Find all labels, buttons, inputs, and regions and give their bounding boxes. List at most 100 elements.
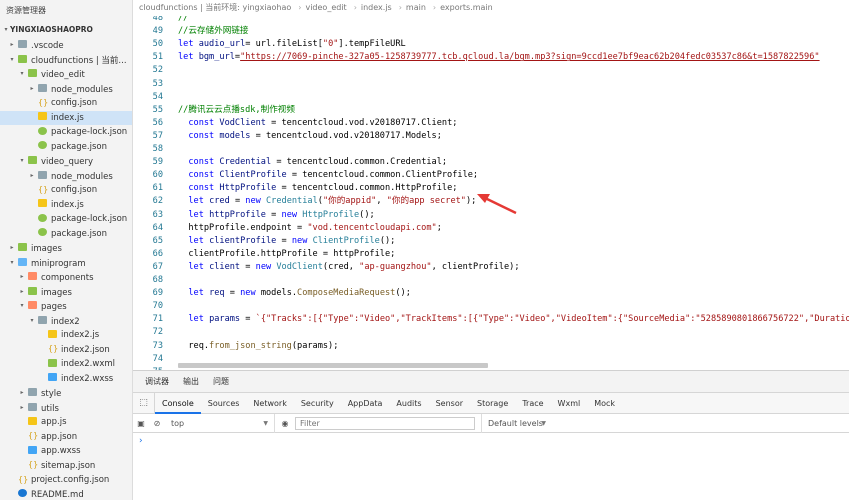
- file-tree-item[interactable]: ▸ style: [0, 386, 132, 401]
- workspace-root[interactable]: ▾ YINGXIAOSHAOPRO: [0, 22, 132, 38]
- file-tree-item[interactable]: ▸ utils: [0, 401, 132, 416]
- eye-icon[interactable]: ◉: [275, 419, 295, 428]
- file-tree-item[interactable]: ▸ node_modules: [0, 169, 132, 184]
- file-tree-item[interactable]: index2.js: [0, 328, 132, 343]
- log-levels-select[interactable]: Default levels ▼: [481, 413, 621, 433]
- breadcrumb-item[interactable]: exports.main: [440, 3, 493, 12]
- file-tree-item[interactable]: ▸ images: [0, 285, 132, 300]
- chevron-right-icon[interactable]: ▸: [28, 82, 36, 97]
- file-tree-item[interactable]: ▾ video_edit: [0, 67, 132, 82]
- file-tree-item[interactable]: ▸ .vscode: [0, 38, 132, 53]
- lock-file-icon: [38, 126, 47, 135]
- file-tree-item[interactable]: package-lock.json: [0, 212, 132, 227]
- file-tree-item-label: index2.wxss: [61, 373, 114, 384]
- devtools-top-tab[interactable]: 调试器: [145, 376, 169, 387]
- folder-icon: [28, 286, 37, 295]
- file-tree-item[interactable]: ▸ components: [0, 270, 132, 285]
- chevron-right-icon[interactable]: ▸: [28, 169, 36, 184]
- context-label: top: [171, 418, 185, 428]
- breadcrumb-separator-icon: ›: [353, 3, 357, 12]
- console-prompt[interactable]: ›: [133, 433, 849, 449]
- breadcrumb-item[interactable]: main: [406, 3, 426, 12]
- breadcrumb-item[interactable]: video_edit: [305, 3, 346, 12]
- file-tree-item[interactable]: ▾ pages: [0, 299, 132, 314]
- file-tree-item[interactable]: README.md: [0, 488, 132, 500]
- file-tree-item[interactable]: {} config.json: [0, 183, 132, 198]
- chevron-right-icon[interactable]: ▸: [18, 285, 26, 300]
- workspace-root-label: YINGXIAOSHAOPRO: [10, 25, 93, 34]
- chevron-down-icon[interactable]: ▾: [8, 256, 16, 271]
- file-tree-item[interactable]: ▾ video_query: [0, 154, 132, 169]
- devtools-top-tab[interactable]: 输出: [183, 376, 199, 387]
- folder-icon: [28, 301, 37, 310]
- file-tree-item[interactable]: ▾ index2: [0, 314, 132, 329]
- breadcrumb-item[interactable]: index.js: [361, 3, 392, 12]
- tab-sensor[interactable]: Sensor: [429, 393, 470, 414]
- file-tree-item[interactable]: ▾ miniprogram: [0, 256, 132, 271]
- tab-wxml[interactable]: Wxml: [551, 393, 588, 414]
- file-tree-item[interactable]: package.json: [0, 227, 132, 242]
- chevron-right-icon[interactable]: ▸: [8, 241, 16, 256]
- file-tree-item-label: package-lock.json: [51, 214, 128, 224]
- file-tree-item[interactable]: ▸ node_modules: [0, 82, 132, 97]
- chevron-down-icon[interactable]: ▾: [28, 314, 36, 329]
- lock-file-icon: [38, 213, 47, 222]
- file-tree-item-label: video_edit: [41, 69, 85, 80]
- file-tree-item[interactable]: index.js: [0, 198, 132, 213]
- tab-mock[interactable]: Mock: [587, 393, 622, 414]
- file-tree-item[interactable]: index2.wxml: [0, 357, 132, 372]
- file-tree-item-label: sitemap.json: [41, 460, 96, 471]
- chevron-right-icon[interactable]: ▸: [18, 270, 26, 285]
- console-filter-input[interactable]: [295, 416, 475, 430]
- chevron-down-icon[interactable]: ▾: [8, 53, 16, 68]
- json-file-icon: {}: [28, 460, 39, 469]
- file-tree-item[interactable]: ▾ cloudfunctions | 当前...: [0, 53, 132, 68]
- file-tree-item[interactable]: app.wxss: [0, 444, 132, 459]
- chevron-right-icon[interactable]: ▸: [8, 38, 16, 53]
- breadcrumb-item[interactable]: cloudfunctions | 当前环境: yingxiaohao: [139, 3, 291, 12]
- inspect-element-icon[interactable]: ⬚: [133, 392, 155, 414]
- file-tree-item[interactable]: index.js: [0, 110, 132, 125]
- file-tree-item[interactable]: {} app.json: [0, 430, 132, 445]
- file-tree-item[interactable]: {} config.json: [0, 96, 132, 111]
- json-file-icon: {}: [48, 344, 59, 353]
- info-icon: [18, 489, 27, 497]
- chevron-right-icon[interactable]: ▸: [18, 401, 26, 416]
- chevron-down-icon[interactable]: ▾: [18, 67, 26, 82]
- chevron-down-icon[interactable]: ▾: [18, 154, 26, 169]
- file-tree-item-label: pages: [41, 301, 67, 312]
- tab-network[interactable]: Network: [246, 393, 293, 414]
- file-tree-item[interactable]: {} project.config.json: [0, 473, 132, 488]
- file-tree-item[interactable]: app.js: [0, 415, 132, 430]
- file-tree-item-label: video_query: [41, 156, 94, 167]
- tab-audits[interactable]: Audits: [389, 393, 428, 414]
- chevron-right-icon[interactable]: ▸: [18, 386, 26, 401]
- file-tree-item[interactable]: {} index2.json: [0, 343, 132, 358]
- tab-appdata[interactable]: AppData: [341, 393, 390, 414]
- file-tree-item-label: index.js: [51, 112, 84, 123]
- tab-storage[interactable]: Storage: [470, 393, 515, 414]
- wxss-file-icon: [28, 445, 37, 454]
- sidebar-toggle-icon[interactable]: ▣: [133, 419, 149, 428]
- file-tree-item-label: package-lock.json: [51, 127, 128, 137]
- code-editor[interactable]: 48//49//云存储外网链接 50 let audio_url= url.file…: [133, 16, 849, 370]
- breadcrumb: cloudfunctions | 当前环境: yingxiaohao › video…: [133, 0, 849, 16]
- devtools-top-tab[interactable]: 问题: [213, 376, 229, 387]
- file-tree-item[interactable]: index2.wxss: [0, 372, 132, 387]
- file-tree-item-label: images: [41, 287, 72, 298]
- tab-sources[interactable]: Sources: [201, 393, 247, 414]
- file-tree-item-label: index2: [51, 316, 80, 327]
- file-tree-item[interactable]: {} sitemap.json: [0, 459, 132, 474]
- clear-console-icon[interactable]: ⊘: [149, 419, 165, 428]
- context-selector[interactable]: top ▼: [165, 413, 275, 433]
- breadcrumb-separator-icon: ›: [298, 3, 302, 12]
- file-tree-item[interactable]: ▸ images: [0, 241, 132, 256]
- file-tree-item[interactable]: package-lock.json: [0, 125, 132, 140]
- chevron-down-icon[interactable]: ▾: [18, 299, 26, 314]
- tab-console[interactable]: Console: [155, 393, 201, 414]
- tab-trace[interactable]: Trace: [515, 393, 550, 414]
- tab-security[interactable]: Security: [294, 393, 341, 414]
- file-tree-item-label: app.wxss: [41, 446, 81, 456]
- file-tree-item[interactable]: package.json: [0, 140, 132, 155]
- annotation-arrow-icon: [477, 194, 517, 215]
